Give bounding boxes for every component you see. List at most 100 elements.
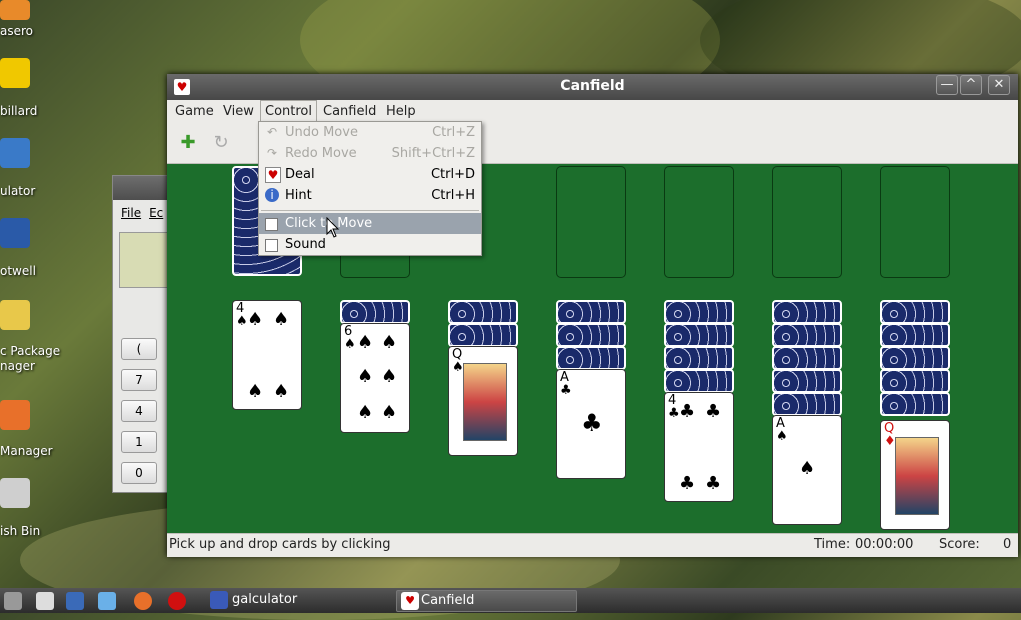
menu-item-redo-move[interactable]: ↷ Redo Move Shift+Ctrl+Z	[259, 143, 481, 164]
maximize-button[interactable]: ^	[960, 75, 982, 95]
statusbar: Pick up and drop cards by clicking Time:…	[167, 533, 1018, 557]
undo-icon: ↶	[266, 125, 278, 139]
menu-control[interactable]: Control	[260, 100, 317, 122]
time-label: Time:	[814, 537, 851, 552]
menu-item-sound[interactable]: Sound	[259, 234, 481, 255]
desktop-icon-label: ulator	[0, 184, 36, 198]
menu-item-label: Undo Move	[285, 125, 358, 140]
firefox-icon[interactable]	[134, 592, 152, 610]
desktop-icon-shotwell[interactable]: otwell	[0, 218, 70, 278]
menu-canfield[interactable]: Canfield	[323, 104, 376, 119]
menu-item-label: Redo Move	[285, 146, 357, 161]
queen-face-icon	[463, 363, 507, 441]
card-queen-spades[interactable]: Q ♠	[448, 346, 518, 456]
galculator-key[interactable]: 0	[121, 462, 157, 484]
card-back	[880, 346, 950, 370]
foundation-slot[interactable]	[664, 166, 734, 278]
taskbar-item-canfield[interactable]: ♥ Canfield	[396, 590, 577, 612]
window-title: Canfield	[560, 78, 625, 94]
cards-app-icon: ♥	[401, 592, 419, 610]
galculator-menu-file[interactable]: File	[121, 206, 141, 220]
menu-launcher-icon[interactable]	[4, 592, 22, 610]
menu-item-label: Deal	[285, 167, 315, 182]
taskbar-item-galculator[interactable]: galculator	[208, 590, 402, 610]
card-suit: ♣	[560, 383, 572, 398]
menu-item-hint[interactable]: i Hint Ctrl+H	[259, 185, 481, 206]
menu-game[interactable]: Game	[175, 104, 214, 119]
spade-icon: ♠	[357, 366, 374, 387]
menu-view[interactable]: View	[223, 104, 254, 119]
galculator-key[interactable]: 1	[121, 431, 157, 453]
galculator-titlebar[interactable]	[113, 176, 173, 200]
minimize-button[interactable]: —	[936, 75, 958, 95]
desktop-icon-package-manager[interactable]: c Package nager	[0, 300, 70, 373]
close-button[interactable]: ✕	[988, 75, 1010, 95]
spade-icon: ♠	[273, 309, 290, 330]
card-ace-spades[interactable]: A ♠ ♠	[772, 415, 842, 525]
menu-item-shortcut: Ctrl+H	[431, 188, 475, 203]
menu-item-shortcut: Ctrl+D	[430, 167, 475, 182]
card-back	[880, 323, 950, 347]
card-back	[556, 346, 626, 370]
trash-icon	[0, 478, 30, 508]
card-back	[556, 323, 626, 347]
desktop-icon-update-manager[interactable]: Manager	[0, 400, 70, 458]
galculator-menu-edit[interactable]: Ec	[149, 206, 163, 220]
update-icon	[0, 400, 30, 430]
opera-icon[interactable]	[168, 592, 186, 610]
queen-face-icon	[895, 437, 939, 515]
checkbox-icon[interactable]	[265, 218, 278, 231]
restart-icon[interactable]: ↻	[209, 131, 233, 155]
card-back	[772, 392, 842, 416]
desktop-icon-trash[interactable]: ish Bin	[0, 478, 70, 538]
galculator-window[interactable]: File Ec ( 7 4 1 0	[112, 175, 181, 493]
desktop-icon-label: ish Bin	[0, 524, 41, 538]
card-queen-diamonds[interactable]: Q ♦	[880, 420, 950, 530]
foundation-slot[interactable]	[556, 166, 626, 278]
desktop-icon-billard[interactable]: billard	[0, 58, 70, 118]
card-suit: ♠	[236, 314, 248, 329]
menu-item-deal[interactable]: ♥ Deal Ctrl+D	[259, 164, 481, 185]
card-6-spades[interactable]: 6 ♠ ♠ ♠ ♠ ♠ ♠ ♠	[340, 323, 410, 433]
titlebar[interactable]: ♥ Canfield — ^ ✕	[167, 74, 1018, 100]
spade-icon: ♠	[381, 332, 398, 353]
desktop-icon-label: c Package	[0, 344, 61, 358]
card-ace-clubs[interactable]: A ♣ ♣	[556, 369, 626, 479]
foundation-slot[interactable]	[880, 166, 950, 278]
card-back	[448, 323, 518, 347]
menu-help[interactable]: Help	[386, 104, 416, 119]
card-back	[880, 392, 950, 416]
checkbox-icon[interactable]	[265, 239, 278, 252]
desktop-icon-calculator[interactable]: ulator	[0, 138, 70, 198]
spade-icon: ♠	[799, 458, 816, 479]
menu-separator	[261, 210, 479, 211]
menu-item-label: Sound	[285, 237, 326, 252]
card-4-spades[interactable]: 4 ♠ ♠ ♠ ♠ ♠	[232, 300, 302, 410]
info-icon: i	[265, 188, 279, 202]
spade-icon: ♠	[247, 309, 264, 330]
club-icon: ♣	[581, 409, 603, 437]
galculator-key[interactable]: 4	[121, 400, 157, 422]
card-4-clubs[interactable]: 4 ♣ ♣ ♣ ♣ ♣	[664, 392, 734, 502]
photo-icon	[0, 218, 30, 248]
score-value: 0	[1003, 537, 1012, 552]
card-back	[772, 346, 842, 370]
card-back	[448, 300, 518, 324]
show-desktop-icon[interactable]	[36, 592, 54, 610]
card-back	[664, 369, 734, 393]
time-value: 00:00:00	[855, 537, 914, 552]
desktop-icon-brasero[interactable]: asero	[0, 0, 70, 38]
new-game-icon[interactable]: ✚	[176, 131, 200, 155]
spade-icon: ♠	[381, 402, 398, 423]
galculator-key[interactable]: (	[121, 338, 157, 360]
galculator-key[interactable]: 7	[121, 369, 157, 391]
menu-item-click-to-move[interactable]: Click to Move	[259, 213, 481, 234]
menu-item-undo-move[interactable]: ↶ Undo Move Ctrl+Z	[259, 122, 481, 143]
foundation-slot[interactable]	[772, 166, 842, 278]
taskbar: galculator ♥ Canfield	[0, 588, 1021, 613]
text-editor-icon[interactable]	[98, 592, 116, 610]
file-manager-icon[interactable]	[66, 592, 84, 610]
disc-burner-icon	[0, 0, 30, 20]
desktop-icon-label: otwell	[0, 264, 36, 278]
spade-icon: ♠	[357, 402, 374, 423]
